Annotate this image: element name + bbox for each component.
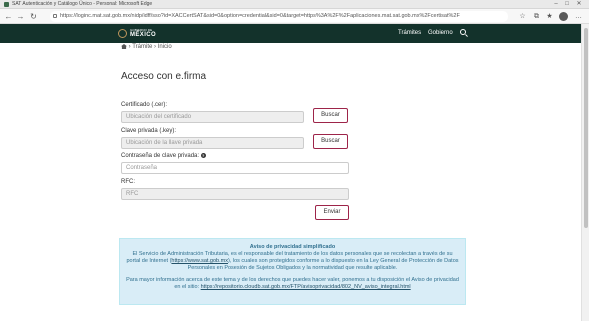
privacy-paragraph-2: Para mayor información acerca de este te… xyxy=(126,277,459,290)
page-viewport: GOBIERNO DE MÉXICO Trámites Gobierno › T… xyxy=(0,24,581,321)
back-arrow-icon[interactable]: ← xyxy=(4,12,13,21)
favorites-bar-icon[interactable]: ★ xyxy=(545,12,554,21)
mexico-seal-icon xyxy=(118,29,127,38)
enviar-button[interactable]: Enviar xyxy=(315,205,349,220)
certificado-input[interactable]: Ubicación del certificado xyxy=(121,111,304,123)
password-label: Contraseña de clave privada: ? xyxy=(121,153,206,159)
breadcrumb-inicio: Inicio xyxy=(157,44,172,50)
favorite-star-icon[interactable]: ☆ xyxy=(518,12,527,21)
privacy-notice: Aviso de privacidad simplificado El Serv… xyxy=(119,238,466,305)
lock-icon xyxy=(53,14,57,18)
logo-big-text: MÉXICO xyxy=(130,32,157,38)
help-question-icon[interactable]: ? xyxy=(200,153,206,158)
url-field[interactable]: https://loginc.mat.sat.gob.mx/nidp/idff/… xyxy=(50,11,508,22)
menu-tramites[interactable]: Trámites xyxy=(398,30,421,36)
forward-arrow-icon[interactable]: → xyxy=(16,12,25,21)
breadcrumb: › Trámite › Inicio xyxy=(121,44,172,50)
rfc-label: RFC: xyxy=(121,179,135,185)
password-input[interactable]: Contraseña xyxy=(121,162,349,174)
gob-header: GOBIERNO DE MÉXICO Trámites Gobierno xyxy=(0,24,581,43)
profile-avatar[interactable] xyxy=(559,12,568,21)
privacy-integral-link[interactable]: https://repositorio.cloudb.sat.gob.mx/FT… xyxy=(201,284,411,290)
more-options-icon[interactable]: … xyxy=(574,12,583,21)
sat-favicon-icon xyxy=(4,2,9,7)
browser-address-bar: ← → ↻ https://loginc.mat.sat.gob.mx/nidp… xyxy=(0,9,589,24)
scrollbar-thumb[interactable] xyxy=(584,28,588,228)
breadcrumb-tramite[interactable]: Trámite xyxy=(132,44,152,50)
page-scrollbar[interactable] xyxy=(581,24,589,321)
browser-title-bar: SAT Autenticación y Catálogo Único - Per… xyxy=(0,0,589,9)
certificado-label: Certificado (.cer): xyxy=(121,102,168,108)
clave-privada-label: Clave privada (.key): xyxy=(121,128,177,134)
collections-icon[interactable]: ⧉ xyxy=(532,12,541,21)
privacy-paragraph-1: El Servicio de Administración Tributaria… xyxy=(126,251,459,271)
menu-gobierno[interactable]: Gobierno xyxy=(428,30,453,36)
privacy-title: Aviso de privacidad simplificado xyxy=(249,244,336,250)
page-title: Acceso con e.firma xyxy=(121,71,207,82)
close-icon[interactable]: ✕ xyxy=(574,0,584,9)
minimize-icon[interactable]: – xyxy=(551,0,561,9)
buscar-clave-button[interactable]: Buscar xyxy=(313,134,348,149)
buscar-certificado-button[interactable]: Buscar xyxy=(313,108,348,123)
browser-tab-title: SAT Autenticación y Catálogo Único - Per… xyxy=(12,1,153,7)
url-text: https://loginc.mat.sat.gob.mx/nidp/idff/… xyxy=(60,13,460,19)
sat-website-link[interactable]: https://www.sat.gob.mx xyxy=(171,258,228,264)
clave-privada-input[interactable]: Ubicación de la llave privada xyxy=(121,137,304,149)
refresh-icon[interactable]: ↻ xyxy=(29,12,38,21)
search-icon[interactable] xyxy=(460,29,466,35)
rfc-input[interactable]: RFC xyxy=(121,188,349,200)
maximize-icon[interactable]: □ xyxy=(562,0,572,9)
